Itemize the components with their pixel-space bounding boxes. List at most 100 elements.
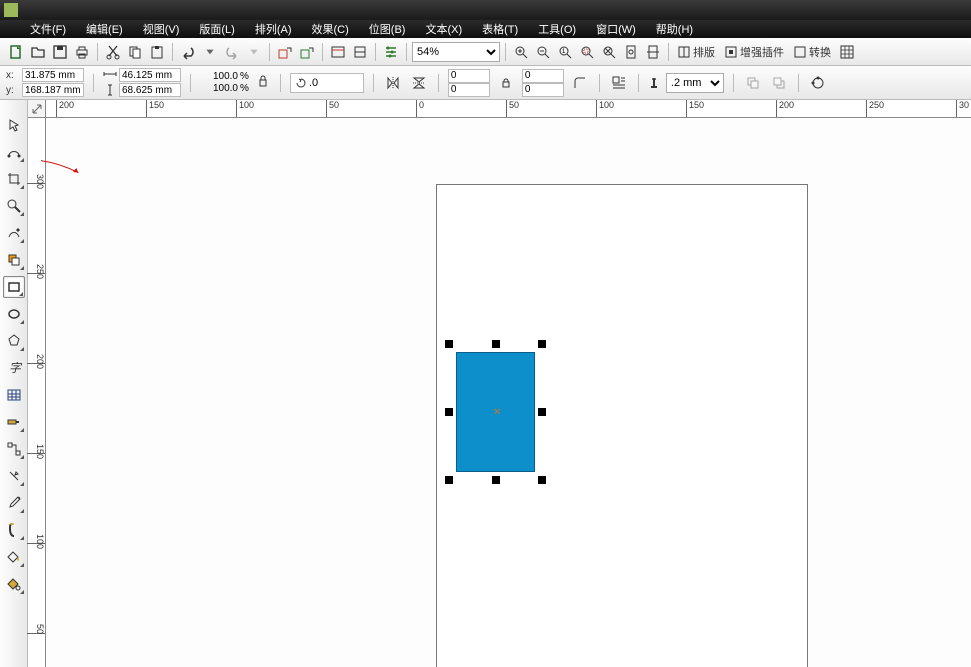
open-button[interactable] xyxy=(28,42,48,62)
mirror-h-button[interactable] xyxy=(383,73,403,93)
rectangle-tool[interactable] xyxy=(3,276,25,298)
zoom-page-button[interactable] xyxy=(621,42,641,62)
print-button[interactable] xyxy=(72,42,92,62)
selection-handle-s[interactable] xyxy=(492,476,500,484)
vertical-ruler[interactable]: 300 250 200 150 100 50 xyxy=(28,118,46,667)
zoom-select[interactable]: 54% xyxy=(412,42,500,62)
lock-ratio-button[interactable] xyxy=(255,69,271,97)
separator xyxy=(733,74,734,92)
copy-button[interactable] xyxy=(125,42,145,62)
redo-dropdown[interactable] xyxy=(244,42,264,62)
selection-center[interactable]: ✕ xyxy=(493,409,501,417)
effects-tool[interactable] xyxy=(3,465,25,487)
menu-layout[interactable]: 版面(L) xyxy=(189,21,244,37)
undo-dropdown[interactable] xyxy=(200,42,220,62)
scale-y-value[interactable]: 100.0 xyxy=(200,83,238,94)
scale-x-value[interactable]: 100.0 xyxy=(200,71,238,82)
undo-button[interactable] xyxy=(178,42,198,62)
menu-file[interactable]: 文件(F) xyxy=(20,21,76,37)
width-input[interactable] xyxy=(119,68,181,82)
dimension-tool[interactable] xyxy=(3,411,25,433)
cut-button[interactable] xyxy=(103,42,123,62)
selection-handle-e[interactable] xyxy=(538,408,546,416)
menu-arrange[interactable]: 排列(A) xyxy=(245,21,302,37)
menu-help[interactable]: 帮助(H) xyxy=(646,21,703,37)
app-launcher-button[interactable] xyxy=(328,42,348,62)
eyedropper-tool[interactable] xyxy=(3,492,25,514)
paste-button[interactable] xyxy=(147,42,167,62)
x-input[interactable] xyxy=(22,68,84,82)
height-input[interactable] xyxy=(119,83,181,97)
save-button[interactable] xyxy=(50,42,70,62)
menu-table[interactable]: 表格(T) xyxy=(472,21,528,37)
freehand-tool[interactable] xyxy=(3,222,25,244)
enhance-plugin-button[interactable]: 增强插件 xyxy=(721,44,788,60)
zoom-in-button[interactable] xyxy=(511,42,531,62)
selection-handle-sw[interactable] xyxy=(445,476,453,484)
corner-b-top[interactable]: 0 xyxy=(522,69,564,83)
ruler-origin[interactable] xyxy=(28,100,46,118)
zoom-tool[interactable] xyxy=(3,195,25,217)
menu-view[interactable]: 视图(V) xyxy=(133,21,190,37)
toolbox: 字 xyxy=(0,100,28,667)
selection-handle-ne[interactable] xyxy=(538,340,546,348)
text-tool[interactable]: 字 xyxy=(3,357,25,379)
horizontal-ruler[interactable]: 200 150 100 50 0 50 100 150 200 250 30 xyxy=(28,100,971,118)
connector-tool[interactable] xyxy=(3,438,25,460)
canvas-area[interactable]: ✕ xyxy=(46,118,971,667)
import-button[interactable] xyxy=(275,42,295,62)
y-input[interactable] xyxy=(22,83,84,97)
transform-button-label: 转换 xyxy=(809,44,831,60)
export-button[interactable] xyxy=(297,42,317,62)
interactive-fill-tool[interactable] xyxy=(3,573,25,595)
separator xyxy=(638,74,639,92)
rotation-input[interactable] xyxy=(309,77,359,89)
rotation-group[interactable] xyxy=(290,73,364,93)
outline-tool[interactable] xyxy=(3,519,25,541)
to-back-button[interactable] xyxy=(769,73,789,93)
smart-fill-tool[interactable] xyxy=(3,249,25,271)
ellipse-tool[interactable] xyxy=(3,303,25,325)
svg-text:1: 1 xyxy=(562,49,566,55)
new-button[interactable] xyxy=(6,42,26,62)
corner-a-bottom[interactable]: 0 xyxy=(448,83,490,97)
zoom-selection-button[interactable] xyxy=(577,42,597,62)
outline-width-icon xyxy=(648,77,660,89)
selection-handle-n[interactable] xyxy=(492,340,500,348)
selection-handle-w[interactable] xyxy=(445,408,453,416)
corner-lock-button[interactable] xyxy=(496,73,516,93)
layout-button[interactable]: 排版 xyxy=(674,44,719,60)
zoom-actual-button[interactable]: 1 xyxy=(555,42,575,62)
pick-tool[interactable] xyxy=(3,114,25,136)
zoom-all-button[interactable] xyxy=(599,42,619,62)
menu-text[interactable]: 文本(X) xyxy=(415,21,472,37)
table-tool[interactable] xyxy=(3,384,25,406)
options-button[interactable] xyxy=(381,42,401,62)
zoom-width-button[interactable] xyxy=(643,42,663,62)
menu-bitmap[interactable]: 位图(B) xyxy=(359,21,416,37)
mirror-v-button[interactable] xyxy=(409,73,429,93)
crop-tool[interactable] xyxy=(3,168,25,190)
menu-effects[interactable]: 效果(C) xyxy=(302,21,359,37)
stroke-width-select[interactable]: .2 mm xyxy=(666,73,724,93)
shape-tool[interactable] xyxy=(3,141,25,163)
menu-window[interactable]: 窗口(W) xyxy=(586,21,646,37)
polygon-tool[interactable] xyxy=(3,330,25,352)
to-front-button[interactable] xyxy=(743,73,763,93)
welcome-button[interactable] xyxy=(350,42,370,62)
selection-handle-nw[interactable] xyxy=(445,340,453,348)
zoom-out-button[interactable] xyxy=(533,42,553,62)
redo-button[interactable] xyxy=(222,42,242,62)
ruler-h-tick: 200 xyxy=(776,100,794,118)
wrap-text-button[interactable] xyxy=(609,73,629,93)
transform-button[interactable]: 转换 xyxy=(790,44,835,60)
selection-handle-se[interactable] xyxy=(538,476,546,484)
fill-tool[interactable] xyxy=(3,546,25,568)
corner-b-bottom[interactable]: 0 xyxy=(522,83,564,97)
menu-tools[interactable]: 工具(O) xyxy=(528,21,586,37)
menu-edit[interactable]: 编辑(E) xyxy=(76,21,133,37)
grid-button[interactable] xyxy=(837,42,857,62)
corner-style-button[interactable] xyxy=(570,73,590,93)
convert-curves-button[interactable] xyxy=(808,73,828,93)
corner-a-top[interactable]: 0 xyxy=(448,69,490,83)
